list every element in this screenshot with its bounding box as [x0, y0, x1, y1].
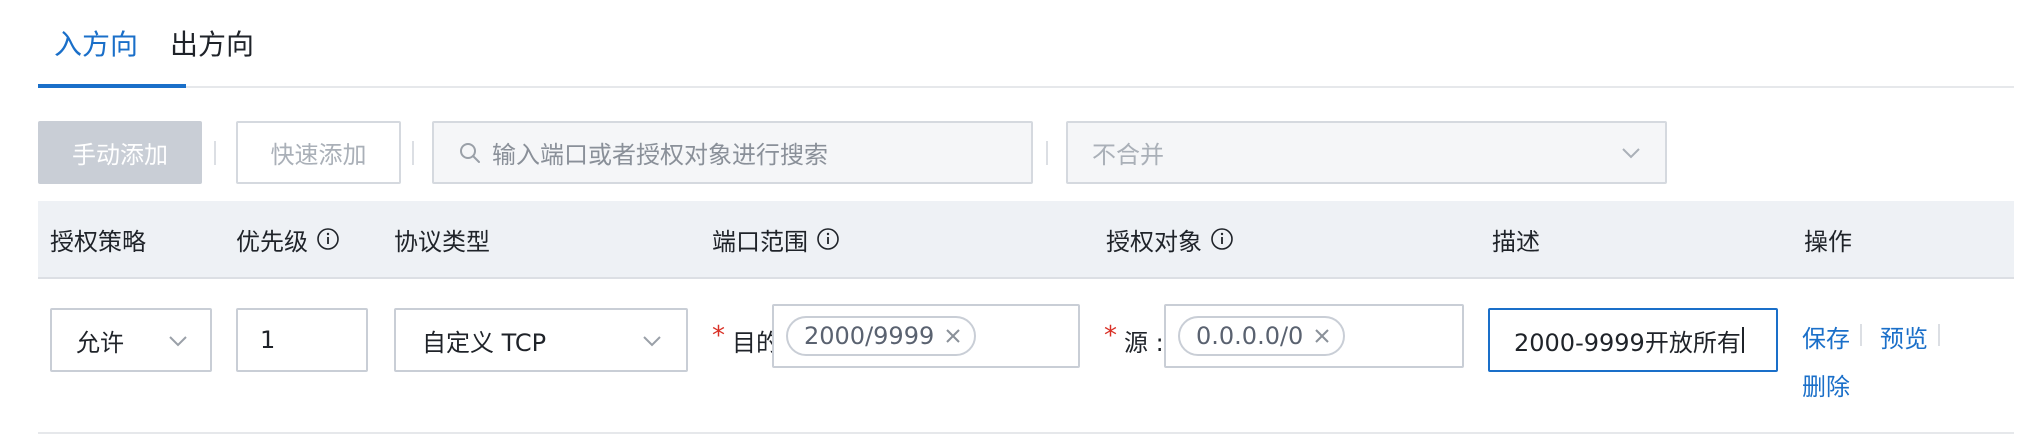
- toolbar-divider: [1046, 141, 1048, 165]
- toolbar-divider: [412, 141, 414, 165]
- close-icon[interactable]: [1313, 327, 1331, 345]
- header-actions: 操作: [1804, 227, 1852, 256]
- action-divider: [1938, 324, 1940, 346]
- save-button[interactable]: 保存: [1802, 319, 1850, 354]
- chevron-down-icon: [643, 336, 661, 347]
- tab-inbound[interactable]: 入方向: [54, 26, 138, 64]
- rules-table-header: 授权策略 优先级 协议类型 端口范围 授权对象 描述 操作: [38, 201, 2014, 279]
- header-port-range: 端口范围: [712, 201, 840, 277]
- manual-add-button[interactable]: 手动添加: [38, 121, 202, 184]
- header-description: 描述: [1492, 227, 1540, 256]
- required-mark: *: [712, 321, 725, 351]
- required-mark: *: [1104, 321, 1117, 351]
- search-placeholder: 输入端口或者授权对象进行搜索: [492, 141, 828, 169]
- table-row: 允许 1 自定义 TCP * 目的 2000/9999 * 源 : 0.0.0.…: [38, 279, 2014, 434]
- description-input[interactable]: 2000-9999开放所有: [1488, 308, 1778, 372]
- priority-input[interactable]: 1: [236, 308, 368, 372]
- protocol-select-value: 自定义 TCP: [422, 328, 547, 357]
- info-icon[interactable]: [1210, 227, 1234, 251]
- source-tag: 0.0.0.0/0: [1178, 316, 1346, 356]
- close-icon[interactable]: [944, 327, 962, 345]
- direction-tabs: 入方向 出方向: [38, 0, 2014, 88]
- port-range-tag: 2000/9999: [786, 316, 977, 356]
- active-tab-indicator: [38, 84, 186, 88]
- chevron-down-icon: [169, 336, 187, 347]
- text-caret: [1741, 327, 1744, 353]
- merge-select[interactable]: 不合并: [1066, 121, 1667, 184]
- header-protocol: 协议类型: [394, 227, 490, 256]
- merge-select-value: 不合并: [1092, 141, 1164, 169]
- header-policy: 授权策略: [50, 227, 146, 256]
- chevron-down-icon: [1622, 148, 1640, 159]
- delete-button[interactable]: 删除: [1802, 367, 1850, 402]
- info-icon[interactable]: [816, 227, 840, 251]
- action-divider: [1860, 324, 1862, 346]
- protocol-select[interactable]: 自定义 TCP: [394, 308, 688, 372]
- quick-add-button[interactable]: 快速添加: [236, 121, 401, 184]
- source-label: 源 :: [1124, 329, 1164, 357]
- policy-select[interactable]: 允许: [50, 308, 212, 372]
- search-icon: [460, 142, 480, 163]
- header-priority: 优先级: [236, 201, 340, 277]
- tab-outbound[interactable]: 出方向: [170, 26, 254, 64]
- priority-value: 1: [260, 326, 276, 354]
- info-icon[interactable]: [316, 227, 340, 251]
- preview-button[interactable]: 预览: [1880, 319, 1928, 354]
- toolbar-divider: [214, 141, 216, 165]
- search-input[interactable]: 输入端口或者授权对象进行搜索: [432, 121, 1033, 184]
- policy-select-value: 允许: [76, 328, 124, 357]
- header-auth-object: 授权对象: [1106, 201, 1234, 277]
- description-value: 2000-9999开放所有: [1514, 328, 1741, 357]
